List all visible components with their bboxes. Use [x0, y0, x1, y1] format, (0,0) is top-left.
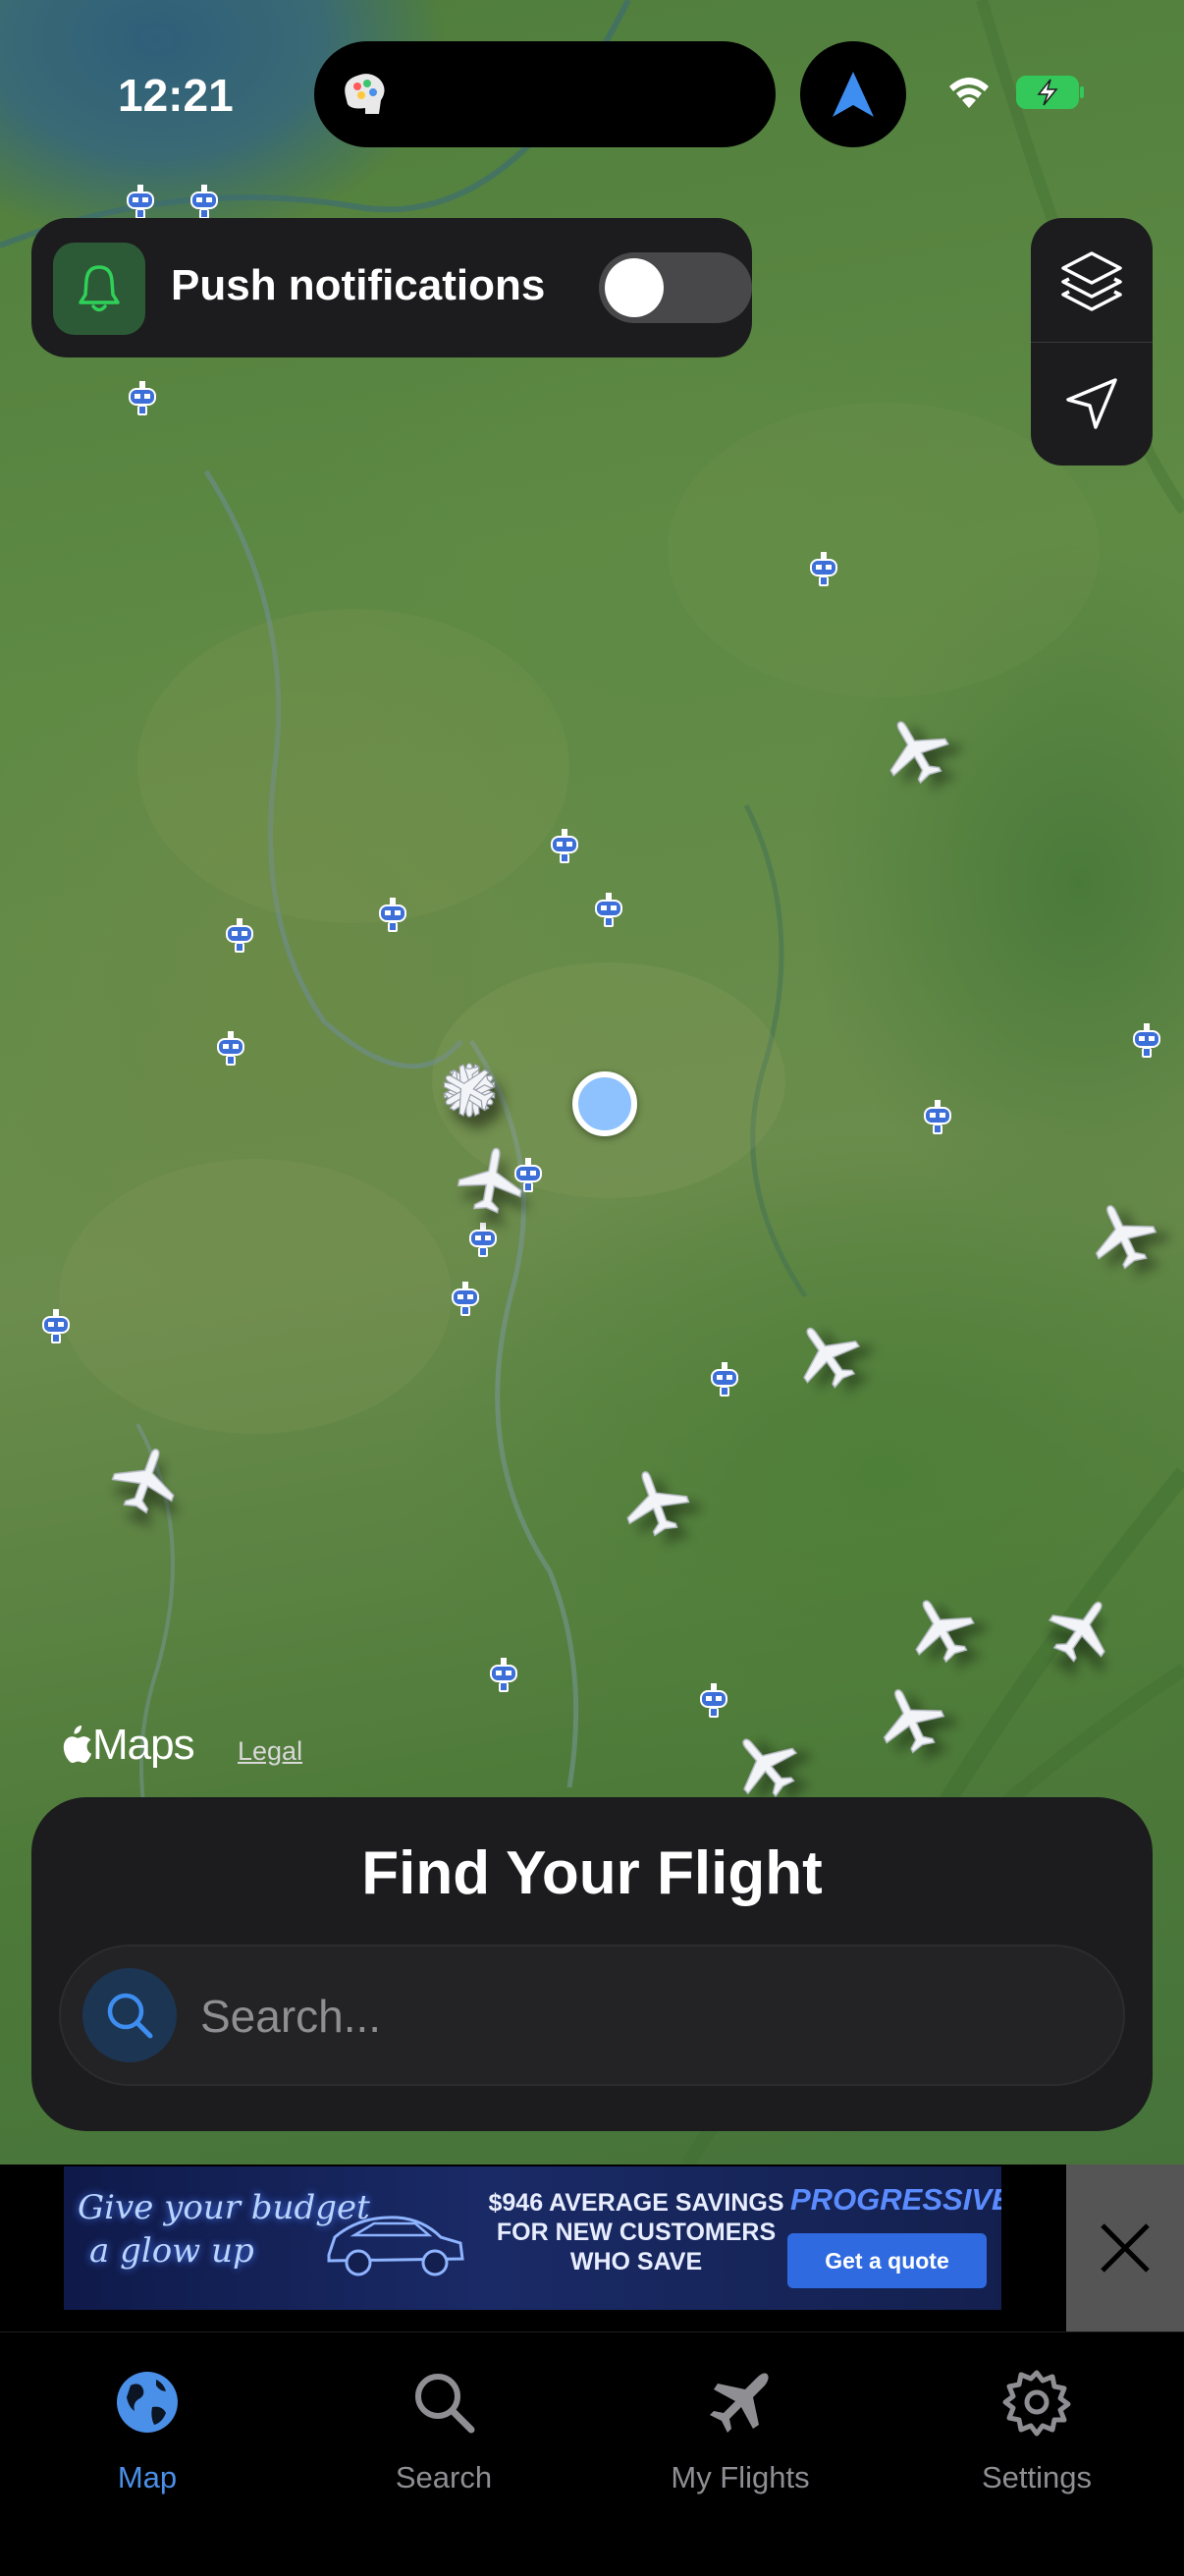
maps-attribution: Maps [92, 1721, 195, 1769]
flight-search-input[interactable] [198, 1946, 1086, 2086]
airport-marker-icon[interactable] [705, 1360, 744, 1399]
layers-icon [1061, 251, 1122, 311]
airport-marker-icon[interactable] [463, 1221, 503, 1260]
search-icon [415, 2374, 475, 2434]
map-layers-button[interactable] [1031, 218, 1153, 342]
airport-marker-icon[interactable] [123, 379, 162, 418]
search-icon [107, 1993, 153, 2039]
map-controls [1031, 218, 1153, 466]
ad-strip: Give your budget a glow up $946 AVERAGE … [0, 2165, 1184, 2331]
tab-my-flights-label: My Flights [671, 2460, 810, 2494]
ad-savings-line1: $946 AVERAGE SAVINGS [488, 2189, 784, 2217]
apple-logo-icon [63, 1726, 92, 1764]
airport-marker-icon[interactable] [373, 896, 412, 935]
globe-icon [117, 2372, 178, 2433]
airport-marker-icon[interactable] [121, 183, 160, 222]
ad-brand: PROGRESSIVE [790, 2182, 1001, 2217]
dynamic-island [314, 41, 776, 147]
navigation-indicator[interactable] [800, 41, 906, 147]
ad-savings-line2: FOR NEW CUSTOMERS [496, 2219, 777, 2246]
tab-map[interactable]: Map [0, 2354, 295, 2501]
airplane-icon [710, 2373, 769, 2433]
locate-me-button[interactable] [1031, 342, 1153, 466]
ad-close-button[interactable] [1066, 2165, 1184, 2331]
car-illustration-icon [327, 2216, 464, 2276]
tab-settings[interactable]: Settings [889, 2354, 1184, 2501]
airport-marker-icon[interactable] [804, 550, 843, 589]
tab-settings-label: Settings [981, 2460, 1092, 2494]
push-notifications-toggle[interactable] [599, 252, 752, 323]
ad-savings-line3: WHO SAVE [569, 2248, 703, 2275]
tab-map-label: Map [117, 2460, 178, 2494]
airport-marker-icon[interactable] [446, 1280, 485, 1319]
airport-marker-icon[interactable] [484, 1656, 523, 1695]
ad-savings-text: $946 AVERAGE SAVINGS FOR NEW CUSTOMERS W… [474, 2188, 798, 2276]
legal-link[interactable]: Legal [238, 1736, 302, 1767]
aircraft-cluster-icon[interactable] [430, 1051, 509, 1129]
airport-marker-icon[interactable] [36, 1307, 76, 1346]
toggle-knob [605, 258, 664, 317]
tab-bar: Map Search My Flights Settings [0, 2331, 1184, 2576]
close-icon [1101, 2223, 1150, 2273]
push-notifications-label: Push notifications [171, 261, 546, 309]
push-bell-badge [53, 243, 145, 335]
airport-marker-icon[interactable] [1127, 1021, 1166, 1061]
navigation-arrow-icon [833, 72, 874, 117]
airport-marker-icon[interactable] [220, 916, 259, 956]
apple-maps-logo: Maps [59, 1721, 195, 1770]
bell-icon [79, 265, 120, 312]
battery-charging-icon [1016, 76, 1084, 109]
user-location-dot [572, 1071, 637, 1136]
progressive-ad-banner[interactable]: Give your budget a glow up $946 AVERAGE … [64, 2166, 1001, 2310]
airport-marker-icon[interactable] [589, 891, 628, 930]
airport-marker-icon[interactable] [211, 1029, 250, 1069]
push-notifications-card: Push notifications [31, 218, 752, 357]
brain-app-icon [345, 74, 385, 114]
find-flight-title: Find Your Flight [361, 1839, 823, 1907]
gear-icon [1002, 2370, 1071, 2437]
aircraft-icon[interactable] [446, 1136, 537, 1228]
airport-marker-icon[interactable] [694, 1681, 733, 1721]
airport-marker-icon[interactable] [545, 827, 584, 866]
tab-search-label: Search [395, 2460, 493, 2494]
find-flight-card: Find Your Flight [31, 1797, 1153, 2131]
location-arrow-icon [1066, 378, 1117, 429]
airport-marker-icon[interactable] [918, 1098, 957, 1137]
tab-my-flights[interactable]: My Flights [593, 2354, 888, 2501]
status-time: 12:21 [118, 70, 234, 121]
search-icon-badge [82, 1968, 177, 2062]
ad-get-quote-button[interactable]: Get a quote [787, 2233, 987, 2288]
airport-marker-icon[interactable] [185, 183, 224, 222]
wifi-icon [949, 78, 989, 108]
flight-search-bar[interactable] [59, 1945, 1125, 2086]
tab-search[interactable]: Search [296, 2354, 591, 2501]
